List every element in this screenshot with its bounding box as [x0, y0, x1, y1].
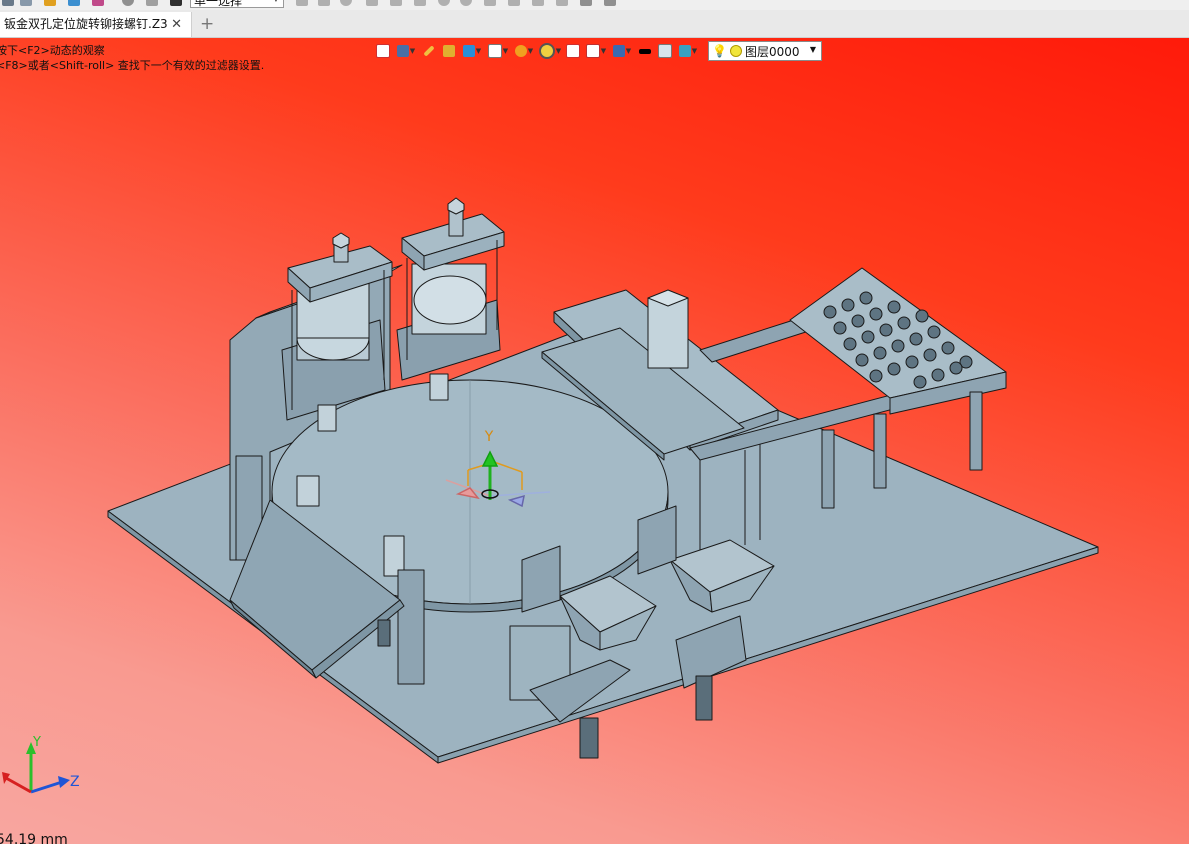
- save-icon[interactable]: [44, 0, 56, 6]
- pen-icon[interactable]: [420, 42, 438, 60]
- close-icon[interactable]: ✕: [171, 12, 182, 37]
- section-icon[interactable]: [564, 42, 582, 60]
- sketch-icon[interactable]: [414, 0, 426, 6]
- material-icon[interactable]: ▼: [676, 42, 700, 60]
- axis-x-line: [5, 776, 32, 794]
- layer-dropdown[interactable]: 💡 图层0000 ▼: [708, 41, 822, 61]
- pick-icon[interactable]: [296, 0, 308, 6]
- render-icon[interactable]: [92, 0, 104, 6]
- hint-line-2: <F8>或者<Shift-roll> 查找下一个有效的过滤器设置.: [0, 59, 265, 72]
- zoom-icon[interactable]: ▼: [538, 42, 562, 60]
- spline-icon[interactable]: [508, 0, 520, 6]
- shape-icon[interactable]: [390, 0, 402, 6]
- display-mode-icon[interactable]: ▼: [394, 42, 418, 60]
- exit-sketch-icon[interactable]: [374, 42, 392, 60]
- link-icon[interactable]: [318, 0, 330, 6]
- layer-manager-icon[interactable]: ▼: [610, 42, 634, 60]
- document-tab-title: 钣金双孔定位旋转铆接螺钉.Z3: [4, 17, 168, 31]
- paint-icon[interactable]: [604, 0, 616, 6]
- arc-icon[interactable]: [438, 0, 450, 6]
- axis-z-arrow: [58, 776, 70, 788]
- redo-icon[interactable]: [20, 0, 32, 6]
- document-tab-bar: 钣金双孔定位旋转铆接螺钉.Z3 ✕ +: [0, 10, 1189, 38]
- 3d-model[interactable]: Y: [0, 38, 1189, 844]
- rotate-icon[interactable]: [460, 0, 472, 6]
- extend-icon[interactable]: [556, 0, 568, 6]
- axis-triad: Y Z: [2, 735, 80, 794]
- parts-tray: [789, 267, 1007, 399]
- axis-z-line: [30, 780, 63, 794]
- status-hint: 按下<F2>动态的观察 <F8>或者<Shift-roll> 查找下一个有效的过…: [0, 43, 264, 73]
- arrow-icon[interactable]: [146, 0, 158, 6]
- iso-view-icon[interactable]: ▼: [486, 42, 510, 60]
- pie-filter-icon[interactable]: ▼: [512, 42, 536, 60]
- stop-icon[interactable]: [170, 0, 182, 6]
- line-color-icon[interactable]: [636, 42, 654, 60]
- view-toolbar: ▼ ▼ ▼ ▼ ▼ ▼ ▼ ▼ 💡 图层0000 ▼: [374, 40, 822, 62]
- undo-icon[interactable]: [2, 0, 14, 6]
- station-left-1: [296, 475, 320, 507]
- 3d-viewport[interactable]: 按下<F2>动态的观察 <F8>或者<Shift-roll> 查找下一个有效的过…: [0, 38, 1189, 844]
- chevron-down-icon: ▼: [809, 45, 816, 54]
- help-icon[interactable]: [122, 0, 134, 6]
- circle-icon[interactable]: [340, 0, 352, 6]
- split-icon[interactable]: ▼: [584, 42, 608, 60]
- line-icon[interactable]: [366, 0, 378, 6]
- axis-y-label: Y: [32, 735, 41, 750]
- open-icon[interactable]: [68, 0, 80, 6]
- selection-filter-dropdown[interactable]: 单一选择 ▼: [190, 0, 284, 8]
- bulb-icon: 💡: [712, 44, 727, 58]
- new-tab-button[interactable]: +: [200, 13, 214, 35]
- axis-z-label: Z: [70, 774, 80, 790]
- measurement-readout: 54.19 mm: [0, 832, 68, 844]
- document-tab[interactable]: 钣金双孔定位旋转铆接螺钉.Z3 ✕: [0, 12, 192, 37]
- trim-icon[interactable]: [532, 0, 544, 6]
- layer-color-icon: [729, 45, 742, 57]
- render-light-icon[interactable]: [580, 0, 592, 6]
- cube-view-icon[interactable]: ▼: [460, 42, 484, 60]
- point-icon[interactable]: [484, 0, 496, 6]
- selection-filter-value: 单一选择: [194, 0, 243, 8]
- shading-icon[interactable]: [440, 42, 458, 60]
- hint-line-1: 按下<F2>动态的观察: [0, 44, 105, 57]
- chevron-down-icon: ▼: [273, 0, 279, 7]
- fill-color-icon[interactable]: [656, 42, 674, 60]
- dragger-y-label: Y: [484, 429, 494, 445]
- layer-name: 图层0000: [744, 44, 800, 59]
